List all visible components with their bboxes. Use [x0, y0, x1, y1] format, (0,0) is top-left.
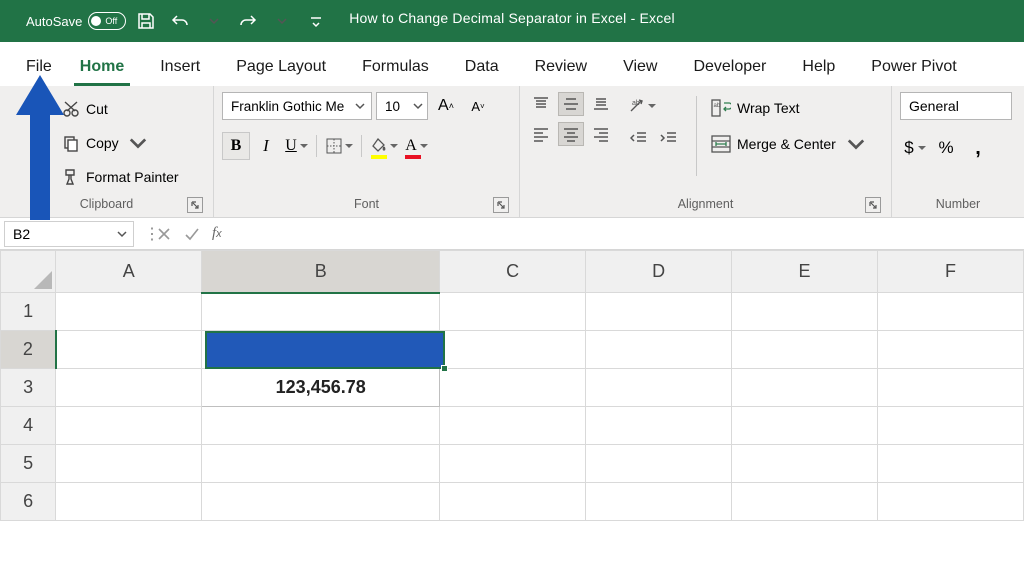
tab-page-layout[interactable]: Page Layout — [218, 48, 344, 86]
clipboard-group-label: Clipboard — [80, 197, 134, 211]
select-all-corner[interactable] — [1, 251, 56, 293]
customize-qat[interactable] — [302, 7, 330, 35]
tab-review[interactable]: Review — [517, 48, 605, 86]
font-color-button[interactable]: A — [402, 132, 430, 160]
copy-button[interactable]: Copy — [58, 128, 183, 158]
tab-home[interactable]: Home — [62, 48, 142, 86]
tab-data[interactable]: Data — [447, 48, 517, 86]
copy-label: Copy — [86, 135, 119, 151]
cell-B2[interactable] — [202, 331, 440, 369]
group-font: Franklin Gothic Me 10 A˄ A˅ B I U — [214, 86, 520, 217]
decrease-indent[interactable] — [626, 126, 652, 150]
autosave-label: AutoSave — [26, 14, 82, 29]
wrap-text-button[interactable]: ab Wrap Text — [711, 94, 879, 122]
merge-center-button[interactable]: Merge & Center — [711, 130, 879, 158]
col-header-A[interactable]: A — [56, 251, 202, 293]
align-top[interactable] — [528, 92, 554, 116]
cancel-formula[interactable] — [150, 227, 178, 241]
row-header-2[interactable]: 2 — [1, 331, 56, 369]
alignment-group-label: Alignment — [678, 197, 734, 211]
ribbon-tabs: File Home Insert Page Layout Formulas Da… — [0, 42, 1024, 86]
undo-button[interactable] — [166, 7, 194, 35]
bold-button[interactable]: B — [222, 132, 250, 160]
worksheet-grid[interactable]: A B C D E F 1 2 3 123,456.78 4 5 6 — [0, 250, 1024, 521]
paste-button[interactable] — [8, 92, 52, 96]
format-painter-button[interactable]: Format Painter — [58, 162, 183, 192]
name-box[interactable]: B2 — [4, 221, 134, 247]
number-format-select[interactable]: General — [900, 92, 1012, 120]
save-icon[interactable] — [132, 7, 160, 35]
row-header-6[interactable]: 6 — [1, 483, 56, 521]
align-right[interactable] — [588, 122, 614, 146]
merge-center-label: Merge & Center — [737, 136, 836, 152]
tab-insert[interactable]: Insert — [142, 48, 218, 86]
accounting-format[interactable]: $ — [900, 134, 928, 162]
font-launcher[interactable] — [493, 197, 509, 213]
font-group-label: Font — [354, 197, 379, 211]
redo-dropdown[interactable] — [268, 7, 296, 35]
percent-format[interactable]: % — [932, 134, 960, 162]
formula-bar: B2 ⋮ fx — [0, 218, 1024, 250]
tab-help[interactable]: Help — [784, 48, 853, 86]
tab-developer[interactable]: Developer — [675, 48, 784, 86]
cell-B3[interactable]: 123,456.78 — [202, 369, 440, 407]
tab-view[interactable]: View — [605, 48, 675, 86]
cut-label: Cut — [86, 101, 108, 117]
clipboard-launcher[interactable] — [187, 197, 203, 213]
orientation-button[interactable]: ab — [626, 92, 658, 120]
col-header-B[interactable]: B — [202, 251, 440, 293]
borders-button[interactable] — [323, 132, 355, 160]
title-bar: AutoSave Off How to Change Decimal Separ… — [0, 0, 1024, 42]
tab-power-pivot[interactable]: Power Pivot — [853, 48, 974, 86]
group-clipboard: Cut Copy Format Painter Clipboard — [0, 86, 214, 217]
increase-font-size[interactable]: A˄ — [432, 92, 460, 120]
comma-format[interactable]: , — [964, 134, 992, 162]
col-header-E[interactable]: E — [732, 251, 878, 293]
increase-indent[interactable] — [656, 126, 682, 150]
row-header-3[interactable]: 3 — [1, 369, 56, 407]
alignment-launcher[interactable] — [865, 197, 881, 213]
align-left[interactable] — [528, 122, 554, 146]
cut-button[interactable]: Cut — [58, 94, 183, 124]
autosave-toggle[interactable]: Off — [88, 12, 126, 30]
align-middle[interactable] — [558, 92, 584, 116]
col-header-F[interactable]: F — [877, 251, 1023, 293]
underline-button[interactable]: U — [282, 132, 310, 160]
svg-text:ab: ab — [632, 100, 640, 107]
align-bottom[interactable] — [588, 92, 614, 116]
fx-icon[interactable]: fx — [206, 225, 222, 242]
align-center[interactable] — [558, 122, 584, 146]
enter-formula[interactable] — [178, 227, 206, 241]
tab-file[interactable]: File — [22, 48, 62, 86]
decrease-font-size[interactable]: A˅ — [464, 92, 492, 120]
row-header-4[interactable]: 4 — [1, 407, 56, 445]
redo-button[interactable] — [234, 7, 262, 35]
wrap-text-label: Wrap Text — [737, 100, 800, 116]
row-header-5[interactable]: 5 — [1, 445, 56, 483]
group-alignment: ab ab Wrap Text Merge & Center — [520, 86, 892, 217]
font-size-select[interactable]: 10 — [376, 92, 428, 120]
number-group-label: Number — [936, 197, 980, 211]
tab-formulas[interactable]: Formulas — [344, 48, 447, 86]
italic-button[interactable]: I — [252, 132, 280, 160]
undo-dropdown[interactable] — [200, 7, 228, 35]
formula-input[interactable] — [222, 221, 1024, 247]
svg-text:ab: ab — [714, 103, 721, 109]
format-painter-label: Format Painter — [86, 169, 179, 185]
fill-color-button[interactable] — [368, 132, 400, 160]
col-header-D[interactable]: D — [586, 251, 732, 293]
ribbon: Cut Copy Format Painter Clipboard — [0, 86, 1024, 218]
font-name-select[interactable]: Franklin Gothic Me — [222, 92, 372, 120]
row-header-1[interactable]: 1 — [1, 293, 56, 331]
group-number: General $ % , Number — [892, 86, 1024, 217]
col-header-C[interactable]: C — [440, 251, 586, 293]
